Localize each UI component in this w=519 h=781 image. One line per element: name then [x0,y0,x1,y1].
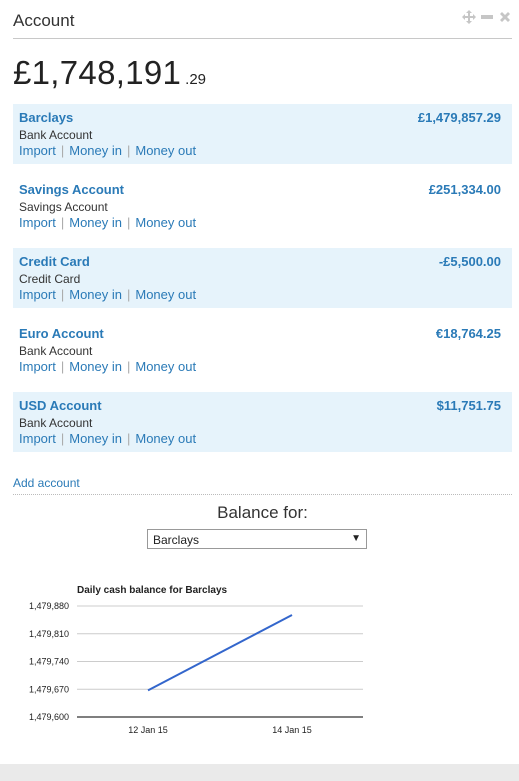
account-row-credit-card: Credit Card -£5,500.00 Credit Card Impor… [13,248,512,308]
x-tick-label: 14 Jan 15 [272,725,312,735]
money-out-link[interactable]: Money out [135,431,196,446]
link-separator: | [60,431,65,446]
money-out-link[interactable]: Money out [135,215,196,230]
account-balance[interactable]: £251,334.00 [429,182,501,197]
link-separator: | [60,143,65,158]
money-out-link[interactable]: Money out [135,143,196,158]
account-select[interactable]: Barclays ▼ [147,529,367,549]
account-name[interactable]: USD Account [19,398,102,413]
account-type: Bank Account [19,416,93,430]
account-type: Savings Account [19,200,108,214]
account-actions: Import | Money in | Money out [19,431,196,446]
money-out-link[interactable]: Money out [135,359,196,374]
account-row-usd: USD Account $11,751.75 Bank Account Impo… [13,392,512,452]
account-balance[interactable]: £1,479,857.29 [418,110,501,125]
chart-title: Daily cash balance for Barclays [77,585,228,596]
panel-title: Account [13,11,75,30]
money-out-link[interactable]: Money out [135,287,196,302]
money-in-link[interactable]: Money in [69,287,122,302]
link-separator: | [60,215,65,230]
link-separator: | [126,143,131,158]
close-icon[interactable] [498,10,512,24]
x-tick-label: 12 Jan 15 [128,725,168,735]
account-actions: Import | Money in | Money out [19,143,196,158]
account-balance[interactable]: €18,764.25 [436,326,501,341]
money-in-link[interactable]: Money in [69,215,122,230]
account-name[interactable]: Euro Account [19,326,104,341]
account-name[interactable]: Barclays [19,110,73,125]
account-type: Bank Account [19,128,93,142]
account-type: Credit Card [19,272,81,286]
money-in-link[interactable]: Money in [69,143,122,158]
y-tick-label: 1,479,880 [29,601,69,611]
account-row-euro: Euro Account €18,764.25 Bank Account Imp… [13,320,512,380]
import-link[interactable]: Import [19,359,56,374]
daily-balance-chart: Daily cash balance for Barclays 1,479,60… [29,585,363,735]
money-in-link[interactable]: Money in [69,431,122,446]
account-select-value: Barclays [153,533,200,547]
account-name[interactable]: Credit Card [19,254,90,269]
account-panel: Account £1,748,191.29 Barclays £1,479,85… [0,0,519,764]
total-balance-cents: .29 [185,71,207,88]
minimize-icon[interactable] [480,10,494,24]
add-account-link[interactable]: Add account [13,476,80,490]
link-separator: | [126,431,131,446]
import-link[interactable]: Import [19,431,56,446]
link-separator: | [126,215,131,230]
account-actions: Import | Money in | Money out [19,287,196,302]
account-name[interactable]: Savings Account [19,182,124,197]
account-type: Bank Account [19,344,93,358]
account-balance[interactable]: -£5,500.00 [439,254,501,269]
link-separator: | [60,359,65,374]
account-actions: Import | Money in | Money out [19,359,196,374]
total-balance-main: £1,748,191 [13,54,182,91]
money-in-link[interactable]: Money in [69,359,122,374]
account-balance[interactable]: $11,751.75 [437,398,501,413]
link-separator: | [126,359,131,374]
account-row-barclays: Barclays £1,479,857.29 Bank Account Impo… [13,104,512,164]
account-row-savings: Savings Account £251,334.00 Savings Acco… [13,176,512,236]
y-tick-label: 1,479,810 [29,629,69,639]
panel-controls [462,10,512,24]
import-link[interactable]: Import [19,215,56,230]
y-tick-label: 1,479,740 [29,657,69,667]
import-link[interactable]: Import [19,143,56,158]
panel-header: Account [13,0,512,39]
account-actions: Import | Money in | Money out [19,215,196,230]
bottom-strip [0,764,519,781]
y-tick-label: 1,479,600 [29,712,69,722]
chevron-down-icon: ▼ [351,533,361,544]
total-balance: £1,748,191.29 [13,54,206,92]
account-list: Barclays £1,479,857.29 Bank Account Impo… [13,104,512,464]
y-tick-label: 1,479,670 [29,684,69,694]
move-icon[interactable] [462,10,476,24]
balance-for-label: Balance for: [217,503,308,522]
series-line [147,614,293,692]
divider [13,494,512,495]
link-separator: | [126,287,131,302]
import-link[interactable]: Import [19,287,56,302]
link-separator: | [60,287,65,302]
